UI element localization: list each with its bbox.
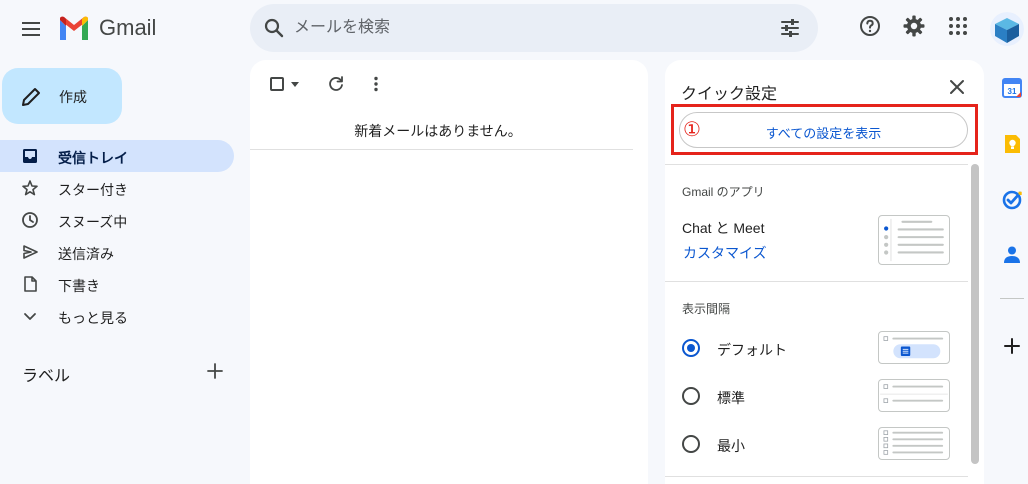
apps-grid-icon[interactable] bbox=[946, 14, 970, 38]
quick-settings-scrollbar[interactable] bbox=[971, 164, 979, 464]
density-section-title: 表示間隔 bbox=[682, 302, 731, 316]
inbox-icon bbox=[23, 149, 37, 163]
density-default-label[interactable]: デフォルト bbox=[717, 340, 787, 360]
search-icon[interactable] bbox=[262, 16, 286, 40]
labels-heading: ラベル bbox=[22, 368, 71, 385]
sidebar-item-label: 送信済み bbox=[58, 246, 114, 262]
send-icon bbox=[23, 245, 38, 259]
sidebar-item-label: 受信トレイ bbox=[58, 150, 128, 166]
pencil-icon bbox=[22, 88, 40, 106]
clock-icon bbox=[22, 212, 38, 228]
search-input[interactable] bbox=[294, 12, 764, 44]
sidebar-item-more[interactable]: もっと見る bbox=[0, 300, 234, 332]
account-avatar[interactable] bbox=[990, 12, 1024, 46]
empty-inbox-message: 新着メールはありません。 bbox=[354, 123, 522, 139]
sidebar-item-snoozed[interactable]: スヌーズ中 bbox=[0, 204, 234, 236]
density-compact-thumbnail[interactable] bbox=[878, 427, 950, 460]
add-addon-icon[interactable] bbox=[1001, 335, 1023, 357]
divider bbox=[665, 164, 968, 165]
main-menu-button[interactable] bbox=[14, 12, 48, 46]
sidebar-item-drafts[interactable]: 下書き bbox=[0, 268, 234, 300]
contacts-icon[interactable] bbox=[1001, 244, 1023, 266]
sidebar-item-label: もっと見る bbox=[58, 310, 128, 326]
density-default-thumbnail[interactable] bbox=[878, 331, 950, 364]
compose-label: 作成 bbox=[59, 89, 87, 105]
more-vert-icon[interactable] bbox=[366, 74, 386, 94]
top-bar: Gmail bbox=[0, 0, 1028, 60]
quick-settings-panel: クイック設定 ① すべての設定を表示 Gmail のアプリ Chat と Mee… bbox=[665, 60, 984, 484]
sidebar-item-starred[interactable]: スター付き bbox=[0, 172, 234, 204]
mail-list-panel: 新着メールはありません。 bbox=[250, 60, 648, 484]
density-compact-label[interactable]: 最小 bbox=[717, 436, 745, 456]
refresh-icon[interactable] bbox=[326, 74, 346, 94]
calendar-icon[interactable]: 31 bbox=[1001, 77, 1023, 99]
divider bbox=[665, 281, 968, 282]
side-rail: 31 bbox=[995, 60, 1028, 484]
draft-icon bbox=[24, 276, 37, 292]
divider bbox=[665, 476, 968, 477]
density-compact-radio[interactable] bbox=[682, 435, 700, 453]
sidebar-item-sent[interactable]: 送信済み bbox=[0, 236, 234, 268]
gmail-logo-icon[interactable] bbox=[58, 16, 90, 42]
search-options-icon[interactable] bbox=[778, 16, 802, 40]
quick-settings-title: クイック設定 bbox=[681, 86, 778, 103]
divider bbox=[1000, 298, 1024, 299]
sidebar-item-label: 下書き bbox=[58, 278, 100, 294]
tasks-icon[interactable] bbox=[1001, 189, 1023, 211]
see-all-settings-button[interactable]: ① すべての設定を表示 bbox=[679, 112, 968, 148]
help-icon[interactable] bbox=[858, 14, 882, 38]
sidebar-item-label: スヌーズ中 bbox=[58, 214, 128, 230]
see-all-settings-label: すべての設定を表示 bbox=[765, 126, 882, 141]
select-dropdown-caret-icon[interactable] bbox=[291, 82, 299, 87]
chat-meet-thumbnail[interactable] bbox=[878, 215, 950, 265]
sidebar-nav: 受信トレイ スター付き スヌーズ中 送信済み 下書き もっと見る bbox=[0, 140, 236, 332]
density-comfortable-radio[interactable] bbox=[682, 387, 700, 405]
compose-button[interactable]: 作成 bbox=[2, 68, 122, 124]
app-name[interactable]: Gmail bbox=[99, 15, 156, 41]
calendar-day-number: 31 bbox=[1008, 87, 1017, 96]
density-comfortable-label[interactable]: 標準 bbox=[717, 388, 745, 408]
customize-link[interactable]: カスタマイズ bbox=[683, 243, 767, 263]
keep-icon[interactable] bbox=[1001, 133, 1023, 155]
sidebar-item-label: スター付き bbox=[58, 182, 128, 198]
apps-section-title: Gmail のアプリ bbox=[682, 185, 765, 199]
search-bar[interactable] bbox=[250, 4, 818, 52]
sidebar-item-inbox[interactable]: 受信トレイ bbox=[0, 140, 234, 172]
divider bbox=[250, 149, 633, 150]
chevron-down-icon bbox=[24, 313, 36, 320]
add-label-icon[interactable] bbox=[206, 362, 224, 380]
density-comfortable-thumbnail[interactable] bbox=[878, 379, 950, 412]
star-icon bbox=[22, 180, 38, 196]
select-all-checkbox[interactable] bbox=[270, 77, 284, 91]
settings-gear-icon[interactable] bbox=[902, 14, 926, 38]
chat-meet-label: Chat と Meet bbox=[682, 220, 765, 236]
density-default-radio[interactable] bbox=[682, 339, 700, 357]
close-icon[interactable] bbox=[947, 77, 967, 97]
